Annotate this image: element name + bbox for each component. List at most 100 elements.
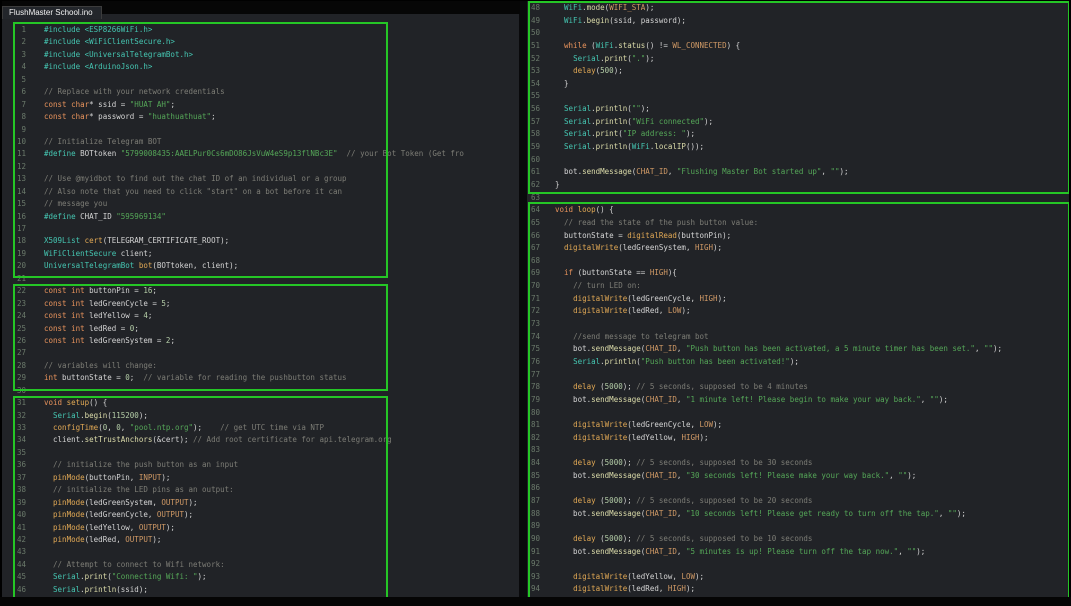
code-line[interactable]: 94 digitalWrite(ledRed, HIGH); — [527, 583, 1071, 596]
code-line[interactable]: 73 — [527, 318, 1071, 331]
code-line[interactable]: 36 // initialize the push button as an i… — [0, 459, 519, 471]
code-line[interactable]: 51 while (WiFi.status() != WL_CONNECTED)… — [527, 40, 1071, 53]
code-line[interactable]: 75 bot.sendMessage(CHAT_ID, "Push button… — [527, 343, 1071, 356]
code-line[interactable]: 53 delay(500); — [527, 65, 1071, 78]
code-line[interactable]: 5 — [0, 74, 519, 86]
code-line[interactable]: 66 buttonState = digitalRead(buttonPin); — [527, 230, 1071, 243]
code-line[interactable]: 16 #define CHAT_ID "595969134" — [0, 211, 519, 223]
code-line[interactable]: 20 UniversalTelegramBot bot(BOTtoken, cli… — [0, 260, 519, 272]
code-line[interactable]: 23 const int ledGreenCycle = 5; — [0, 298, 519, 310]
code-line[interactable]: 88 bot.sendMessage(CHAT_ID, "10 seconds … — [527, 508, 1071, 521]
code-line[interactable]: 34 client.setTrustAnchors(&cert); // Add… — [0, 434, 519, 446]
code-line[interactable]: 27 — [0, 347, 519, 359]
code-line[interactable]: 77 — [527, 369, 1071, 382]
line-number: 42 — [16, 534, 26, 544]
code-line[interactable]: 54 } — [527, 78, 1071, 91]
code-line[interactable]: 6 // Replace with your network credential… — [0, 86, 519, 98]
code-line[interactable]: 59 Serial.println(WiFi.localIP()); — [527, 141, 1071, 154]
code-line[interactable]: 19 WiFiClientSecure client; — [0, 248, 519, 260]
code-line[interactable]: 81 digitalWrite(ledGreenCycle, LOW); — [527, 419, 1071, 432]
code-line[interactable]: 24 const int ledYellow = 4; — [0, 310, 519, 322]
code-line[interactable]: 35 — [0, 447, 519, 459]
code-token: UniversalTelegramBot — [44, 261, 135, 271]
code-line[interactable]: 70 // turn LED on: — [527, 280, 1071, 293]
code-line[interactable]: 82 digitalWrite(ledYellow, HIGH); — [527, 432, 1071, 445]
code-line[interactable]: 52 Serial.print("."); — [527, 53, 1071, 66]
code-line[interactable]: 4 #include <ArduinoJson.h> — [0, 61, 519, 73]
code-line[interactable]: 71 digitalWrite(ledGreenCycle, HIGH); — [527, 293, 1071, 306]
code-line[interactable]: 72 digitalWrite(ledRed, LOW); — [527, 305, 1071, 318]
code-line[interactable]: 26 const int ledGreenSystem = 2; — [0, 335, 519, 347]
code-line[interactable]: 68 — [527, 255, 1071, 268]
code-line[interactable]: 65 // read the state of the push button … — [527, 217, 1071, 230]
code-line[interactable]: 31 void setup() { — [0, 397, 519, 409]
code-line[interactable]: 55 — [527, 90, 1071, 103]
code-line[interactable]: 43 — [0, 546, 519, 558]
code-line[interactable]: 17 — [0, 223, 519, 235]
code-line[interactable]: 89 — [527, 520, 1071, 533]
code-line[interactable]: 46 Serial.println(ssid); — [0, 584, 519, 596]
code-line[interactable]: 64 void loop() { — [527, 204, 1071, 217]
code-line[interactable]: 33 configTime(0, 0, "pool.ntp.org"); // … — [0, 422, 519, 434]
code-line[interactable]: 29 int buttonState = 0; // variable for r… — [0, 372, 519, 384]
file-tab[interactable]: FlushMaster School.ino — [2, 6, 102, 19]
code-line[interactable]: 13 // Use @myidbot to find out the chat I… — [0, 173, 519, 185]
code-line[interactable]: 3 #include <UniversalTelegramBot.h> — [0, 49, 519, 61]
code-line[interactable]: 9 — [0, 124, 519, 136]
code-line[interactable]: 1 #include <ESP8266WiFi.h> — [0, 24, 519, 36]
code-line[interactable]: 84 delay (5000); // 5 seconds, supposed … — [527, 457, 1071, 470]
code-line[interactable]: 14 // Also note that you need to click "s… — [0, 186, 519, 198]
code-line[interactable]: 15 // message you — [0, 198, 519, 210]
code-line[interactable]: 45 Serial.print("Connecting Wifi: "); — [0, 571, 519, 583]
code-line[interactable]: 18 X509List cert(TELEGRAM_CERTIFICATE_ROO… — [0, 235, 519, 247]
code-line[interactable]: 61 bot.sendMessage(CHAT_ID, "Flushing Ma… — [527, 166, 1071, 179]
code-line[interactable]: 60 — [527, 154, 1071, 167]
code-line[interactable]: 49 WiFi.begin(ssid, password); — [527, 15, 1071, 28]
code-line[interactable]: 8 const char* password = "huathuathuat"; — [0, 111, 519, 123]
code-line[interactable]: 44 // Attempt to connect to Wifi network… — [0, 559, 519, 571]
line-number: 79 — [530, 394, 540, 404]
code-line[interactable]: 58 Serial.print("IP address: "); — [527, 128, 1071, 141]
code-line[interactable]: 76 Serial.println("Push button has been … — [527, 356, 1071, 369]
code-line[interactable]: 67 digitalWrite(ledGreenSystem, HIGH); — [527, 242, 1071, 255]
code-line[interactable]: 25 const int ledRed = 0; — [0, 323, 519, 335]
code-line[interactable]: 30 — [0, 385, 519, 397]
code-line[interactable]: 74 //send message to telegram bot — [527, 331, 1071, 344]
code-line[interactable]: 2 #include <WiFiClientSecure.h> — [0, 36, 519, 48]
code-line[interactable]: 90 delay (5000); // 5 seconds, supposed … — [527, 533, 1071, 546]
code-line[interactable]: 86 — [527, 482, 1071, 495]
code-line[interactable]: 28 // variables will change: — [0, 360, 519, 372]
code-line[interactable]: 62} — [527, 179, 1071, 192]
code-line[interactable]: 63 — [527, 192, 1071, 205]
code-line[interactable]: 87 delay (5000); // 5 seconds, supposed … — [527, 495, 1071, 508]
code-line[interactable]: 37 pinMode(buttonPin, INPUT); — [0, 472, 519, 484]
code-line[interactable]: 57 Serial.println("WiFi connected"); — [527, 116, 1071, 129]
code-line[interactable]: 80 — [527, 407, 1071, 420]
code-line[interactable]: 41 pinMode(ledYellow, OUTPUT); — [0, 522, 519, 534]
code-line[interactable]: 85 bot.sendMessage(CHAT_ID, "30 seconds … — [527, 470, 1071, 483]
code-line[interactable]: 83 — [527, 444, 1071, 457]
code-line[interactable]: 78 delay (5000); // 5 seconds, supposed … — [527, 381, 1071, 394]
code-line[interactable]: 48 WiFi.mode(WIFI_STA); — [527, 2, 1071, 15]
code-line[interactable]: 21 — [0, 273, 519, 285]
code-line[interactable]: 92 — [527, 558, 1071, 571]
code-line[interactable]: 56 Serial.println(""); — [527, 103, 1071, 116]
code-line[interactable]: 32 Serial.begin(115200); — [0, 410, 519, 422]
code-line[interactable]: 39 pinMode(ledGreenSystem, OUTPUT); — [0, 497, 519, 509]
code-line[interactable]: 91 bot.sendMessage(CHAT_ID, "5 minutes i… — [527, 546, 1071, 559]
code-editor-right-pane[interactable]: 48 WiFi.mode(WIFI_STA); 49 WiFi.begin(ssi… — [527, 2, 1071, 596]
code-line[interactable]: 69 if (buttonState == HIGH){ — [527, 267, 1071, 280]
code-line[interactable]: 40 pinMode(ledGreenCycle, OUTPUT); — [0, 509, 519, 521]
code-editor-left-pane[interactable]: 1 #include <ESP8266WiFi.h> 2 #include <WiFi… — [0, 24, 519, 596]
code-line[interactable]: 12 — [0, 161, 519, 173]
code-line[interactable]: 10 // Initialize Telegram BOT — [0, 136, 519, 148]
code-line[interactable]: 42 pinMode(ledRed, OUTPUT); — [0, 534, 519, 546]
code-line[interactable]: 38 // initialize the LED pins as an outp… — [0, 484, 519, 496]
code-line[interactable]: 7 const char* ssid = "HUAT AH"; — [0, 99, 519, 111]
code-line[interactable]: 93 digitalWrite(ledYellow, LOW); — [527, 571, 1071, 584]
code-line[interactable]: 50 — [527, 27, 1071, 40]
code-line[interactable]: 79 bot.sendMessage(CHAT_ID, "1 minute le… — [527, 394, 1071, 407]
code-line[interactable]: 22 const int buttonPin = 16; — [0, 285, 519, 297]
code-line[interactable]: 11 #define BOTtoken "5799008435:AAELPur0C… — [0, 148, 519, 160]
